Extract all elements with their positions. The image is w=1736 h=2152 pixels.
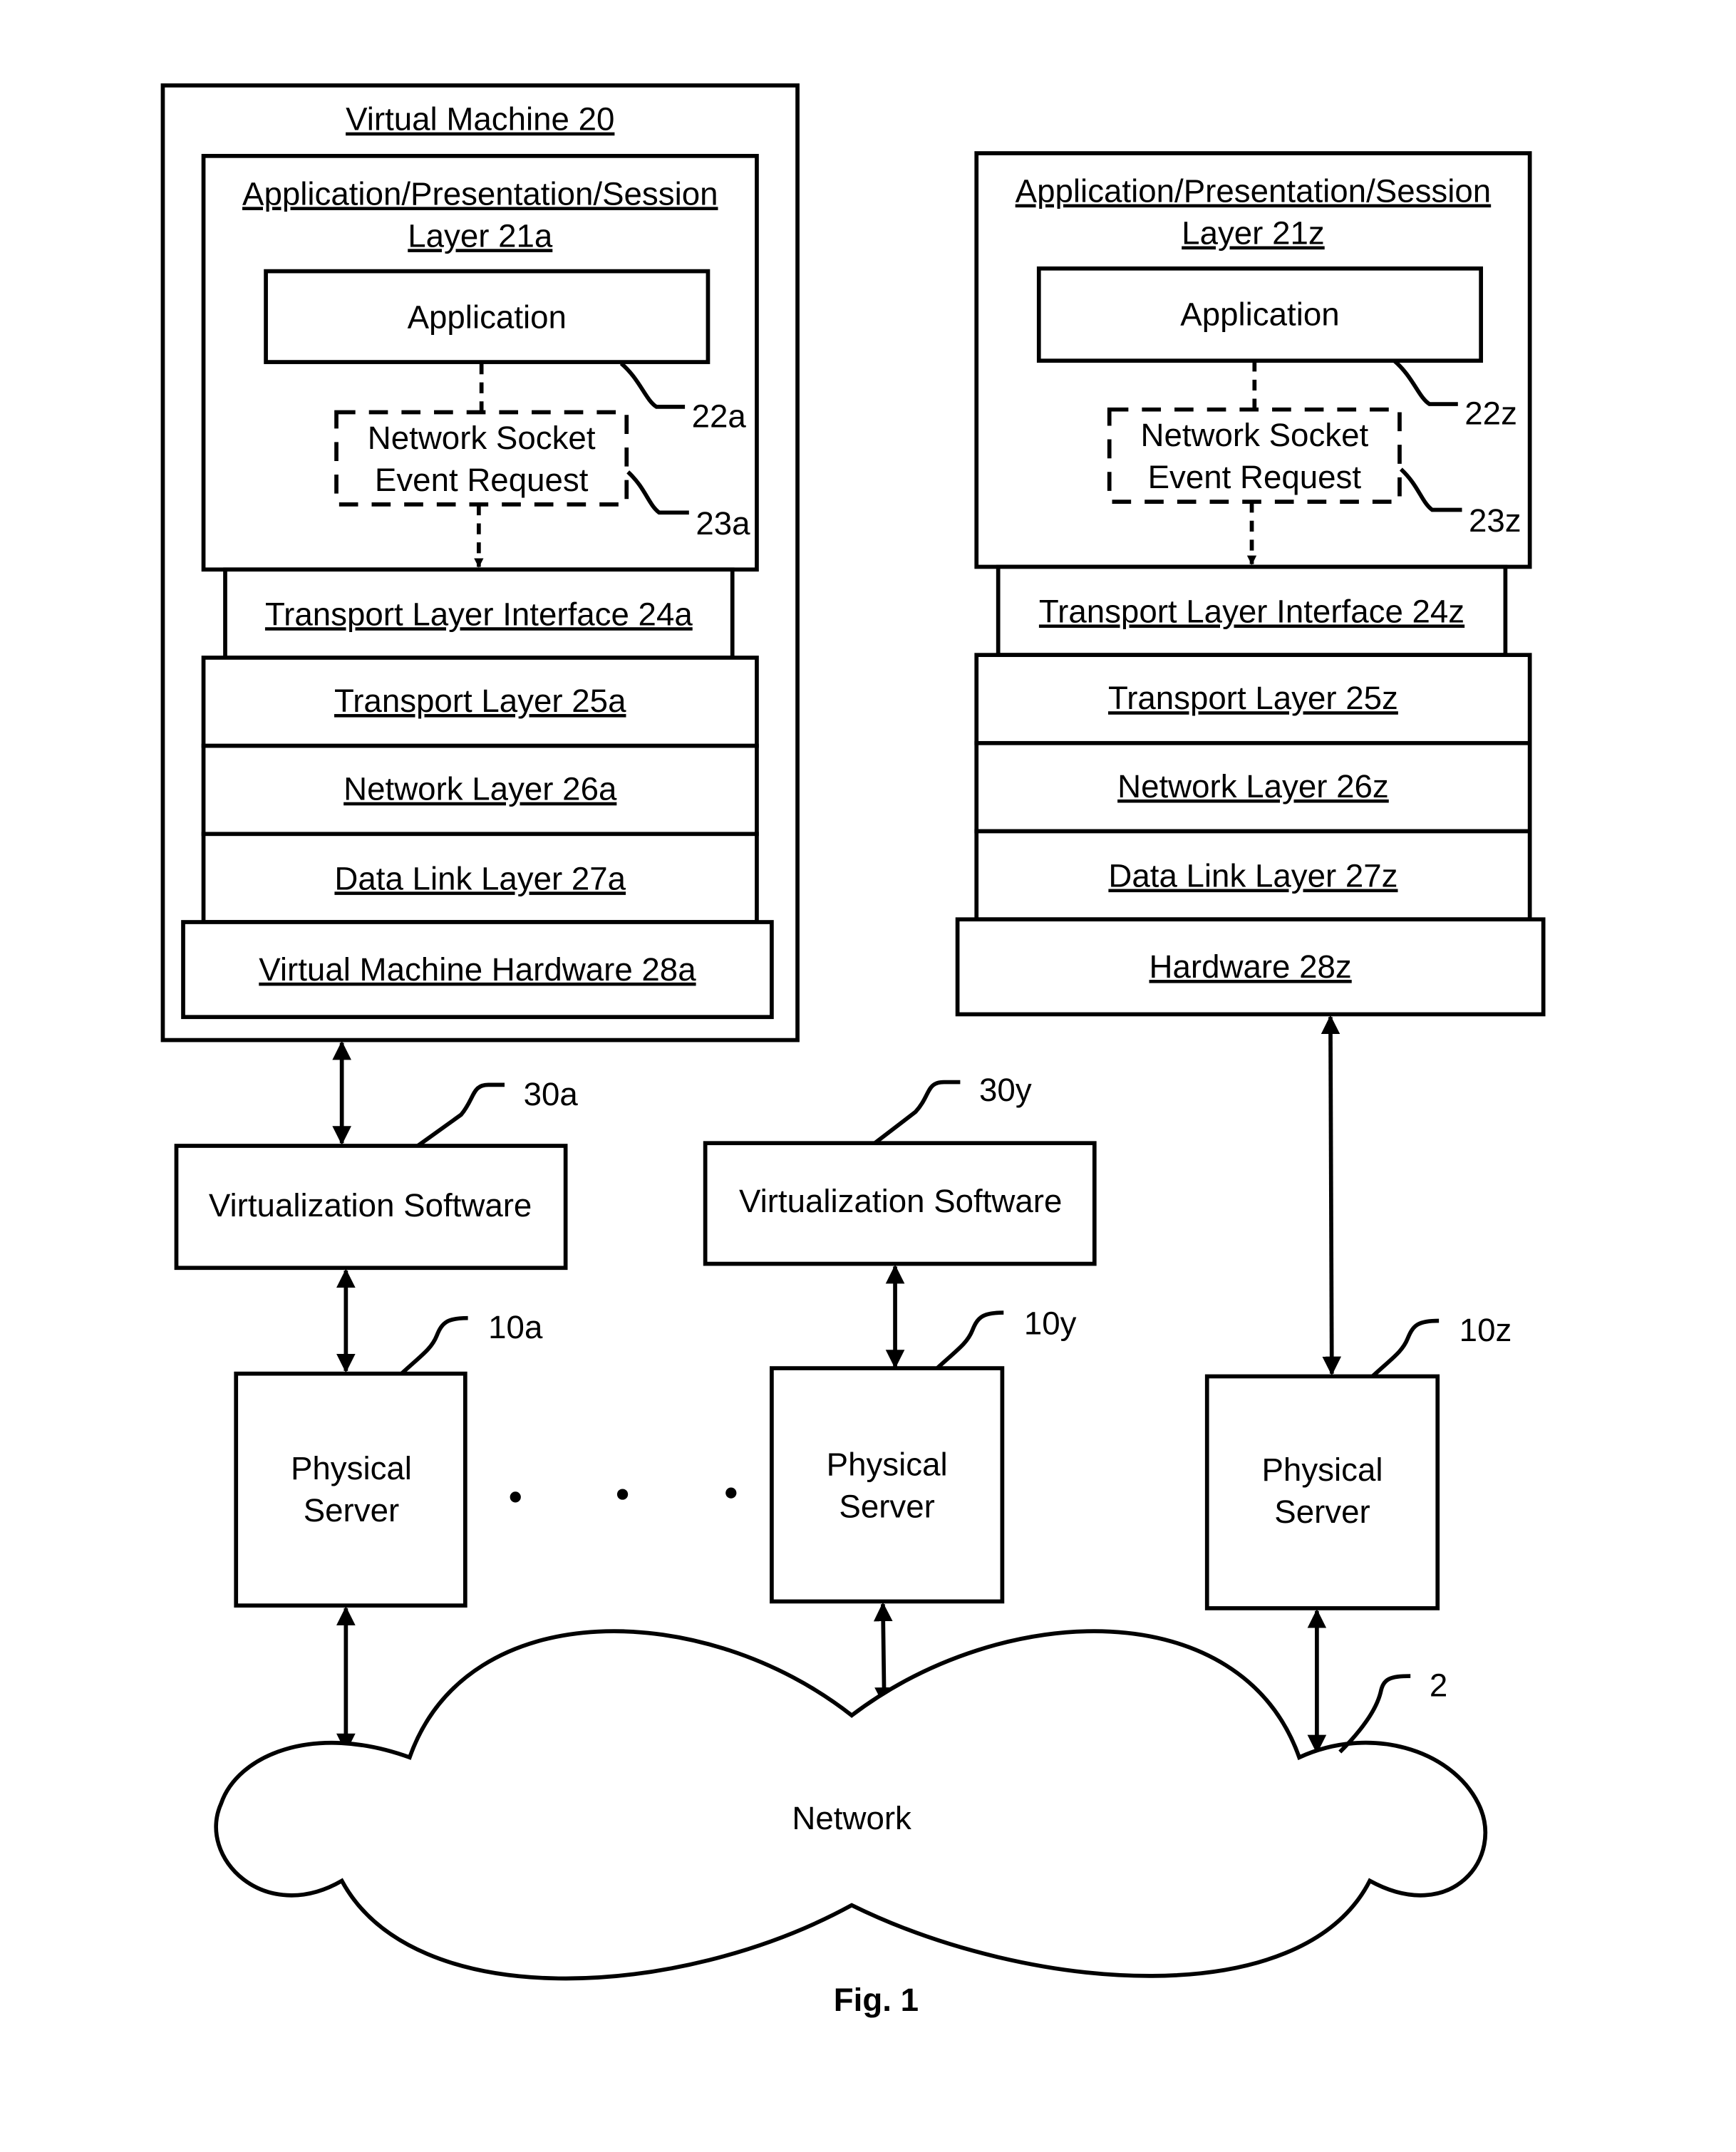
host-stack-z: Application/Presentation/Session Layer 2…	[955, 151, 1546, 1017]
arrow-server-10y-to-network	[873, 1602, 894, 1707]
transport-interface-label-z: Transport Layer Interface 24z	[1039, 593, 1464, 629]
physical-server-10z: Physical Server 10z	[1204, 1312, 1512, 1610]
transport-interface-label: Transport Layer Interface 24a	[265, 596, 693, 632]
ref-2: 2	[1430, 1667, 1447, 1704]
ref-10a: 10a	[488, 1309, 543, 1345]
virtualization-software-30y: Virtualization Software 30y	[703, 1072, 1097, 1266]
application-label: Application	[408, 299, 567, 336]
leader-line-30y	[873, 1080, 961, 1145]
app-layer-title-line2: Layer 21a	[408, 217, 553, 254]
server-box-10z	[1204, 1374, 1440, 1610]
server-box-10a	[234, 1371, 467, 1608]
data-link-layer-label-z: Data Link Layer 27z	[1108, 858, 1397, 894]
leader-line-10a	[400, 1315, 468, 1375]
application-label-z: Application	[1180, 296, 1339, 333]
server-label-10z-line1: Physical	[1261, 1452, 1383, 1488]
vm-title: Virtual Machine 20	[346, 101, 614, 138]
transport-layer-label: Transport Layer 25a	[334, 683, 626, 719]
physical-server-10a: Physical Server 10a	[234, 1309, 543, 1608]
ref-10y: 10y	[1024, 1305, 1077, 1342]
server-label-10a-line2: Server	[304, 1492, 399, 1528]
ellipsis-dots	[510, 1487, 737, 1503]
virtualization-label-30y: Virtualization Software	[739, 1183, 1062, 1219]
virtualization-software-30a: Virtualization Software 30a	[174, 1076, 579, 1271]
ref-22z: 22z	[1464, 395, 1517, 432]
socket-label-line1: Network Socket	[368, 420, 596, 456]
leader-line-10z	[1370, 1318, 1440, 1378]
ref-10z: 10z	[1459, 1312, 1512, 1348]
server-label-10y-line1: Physical	[827, 1446, 948, 1482]
ref-23a: 23a	[696, 505, 750, 542]
ref-30y: 30y	[979, 1072, 1032, 1108]
leader-line-10y	[936, 1310, 1004, 1370]
physical-server-10y: Physical Server 10y	[770, 1305, 1077, 1604]
app-layer-title-line2-z: Layer 21z	[1182, 215, 1325, 252]
data-link-layer-label: Data Link Layer 27a	[334, 860, 626, 896]
socket-label-line2-z: Event Request	[1148, 459, 1362, 495]
network-label: Network	[792, 1800, 911, 1836]
server-label-10y-line2: Server	[839, 1488, 934, 1524]
network-cloud-2: Network 2	[214, 1629, 1487, 1981]
leader-line-30a	[416, 1082, 505, 1148]
ellipsis-dot-1	[510, 1491, 521, 1503]
app-layer-title-line1-z: Application/Presentation/Session	[1016, 173, 1492, 209]
server-label-10z-line2: Server	[1274, 1494, 1370, 1530]
ref-23z: 23z	[1469, 502, 1521, 539]
network-layer-label: Network Layer 26a	[343, 771, 617, 807]
virtualization-label-30a: Virtualization Software	[209, 1187, 532, 1224]
ellipsis-dot-2	[616, 1489, 629, 1500]
arrow-hardware-to-server-10z	[1321, 1015, 1342, 1376]
ellipsis-dot-3	[725, 1487, 737, 1499]
leader-line-2	[1338, 1674, 1411, 1754]
ref-30a: 30a	[524, 1076, 579, 1112]
vm-hardware-label: Virtual Machine Hardware 28a	[259, 951, 696, 988]
server-box-10y	[770, 1366, 1005, 1604]
socket-label-line2: Event Request	[375, 462, 589, 498]
hardware-label-z: Hardware 28z	[1149, 948, 1352, 985]
figure-caption: Fig. 1	[834, 1982, 919, 2018]
socket-label-line1-z: Network Socket	[1140, 417, 1368, 453]
transport-layer-label-z: Transport Layer 25z	[1108, 680, 1398, 716]
server-label-10a-line1: Physical	[291, 1450, 412, 1486]
virtual-machine-20: Virtual Machine 20 Application/Presentat…	[160, 83, 800, 1043]
network-layer-label-z: Network Layer 26z	[1117, 768, 1389, 805]
app-layer-title-line1: Application/Presentation/Session	[242, 175, 718, 212]
diagram-canvas: Virtual Machine 20 Application/Presentat…	[160, 83, 1546, 2018]
ref-22a: 22a	[692, 398, 747, 434]
